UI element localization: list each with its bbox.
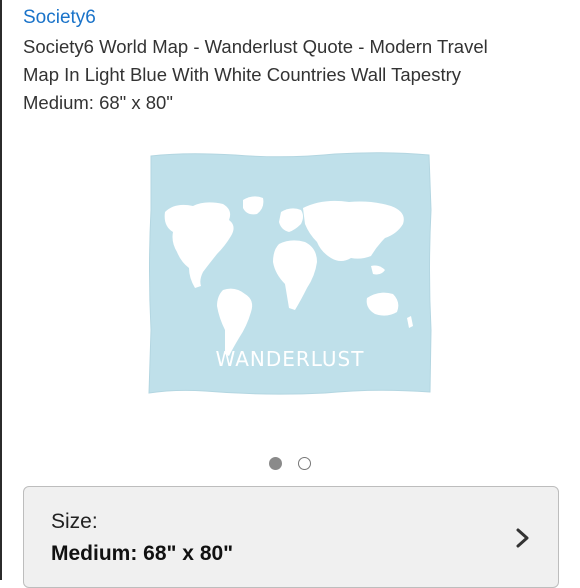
product-title: Society6 World Map - Wanderlust Quote - … [23, 33, 568, 89]
brand-link[interactable]: Society6 [23, 6, 96, 30]
chevron-right-icon [516, 528, 529, 548]
size-selector[interactable]: Size: Medium: 68" x 80" [23, 486, 559, 588]
product-page: Society6 Society6 World Map - Wanderlust… [0, 0, 580, 588]
carousel-pagination [268, 457, 318, 473]
carousel-dot-1[interactable] [269, 457, 282, 470]
carousel-dot-2[interactable] [298, 457, 311, 470]
tapestry-image: WANDERLUST [148, 152, 432, 395]
left-border [0, 0, 2, 580]
product-title-line-2: Map In Light Blue With White Countries W… [23, 64, 462, 85]
size-label: Size: [51, 510, 98, 533]
size-value: Medium: 68" x 80" [51, 542, 234, 565]
product-image[interactable]: WANDERLUST [145, 150, 435, 398]
wanderlust-text: WANDERLUST [216, 347, 365, 371]
product-title-line-1: Society6 World Map - Wanderlust Quote - … [23, 36, 488, 57]
product-size-line: Medium: 68" x 80" [23, 92, 173, 113]
